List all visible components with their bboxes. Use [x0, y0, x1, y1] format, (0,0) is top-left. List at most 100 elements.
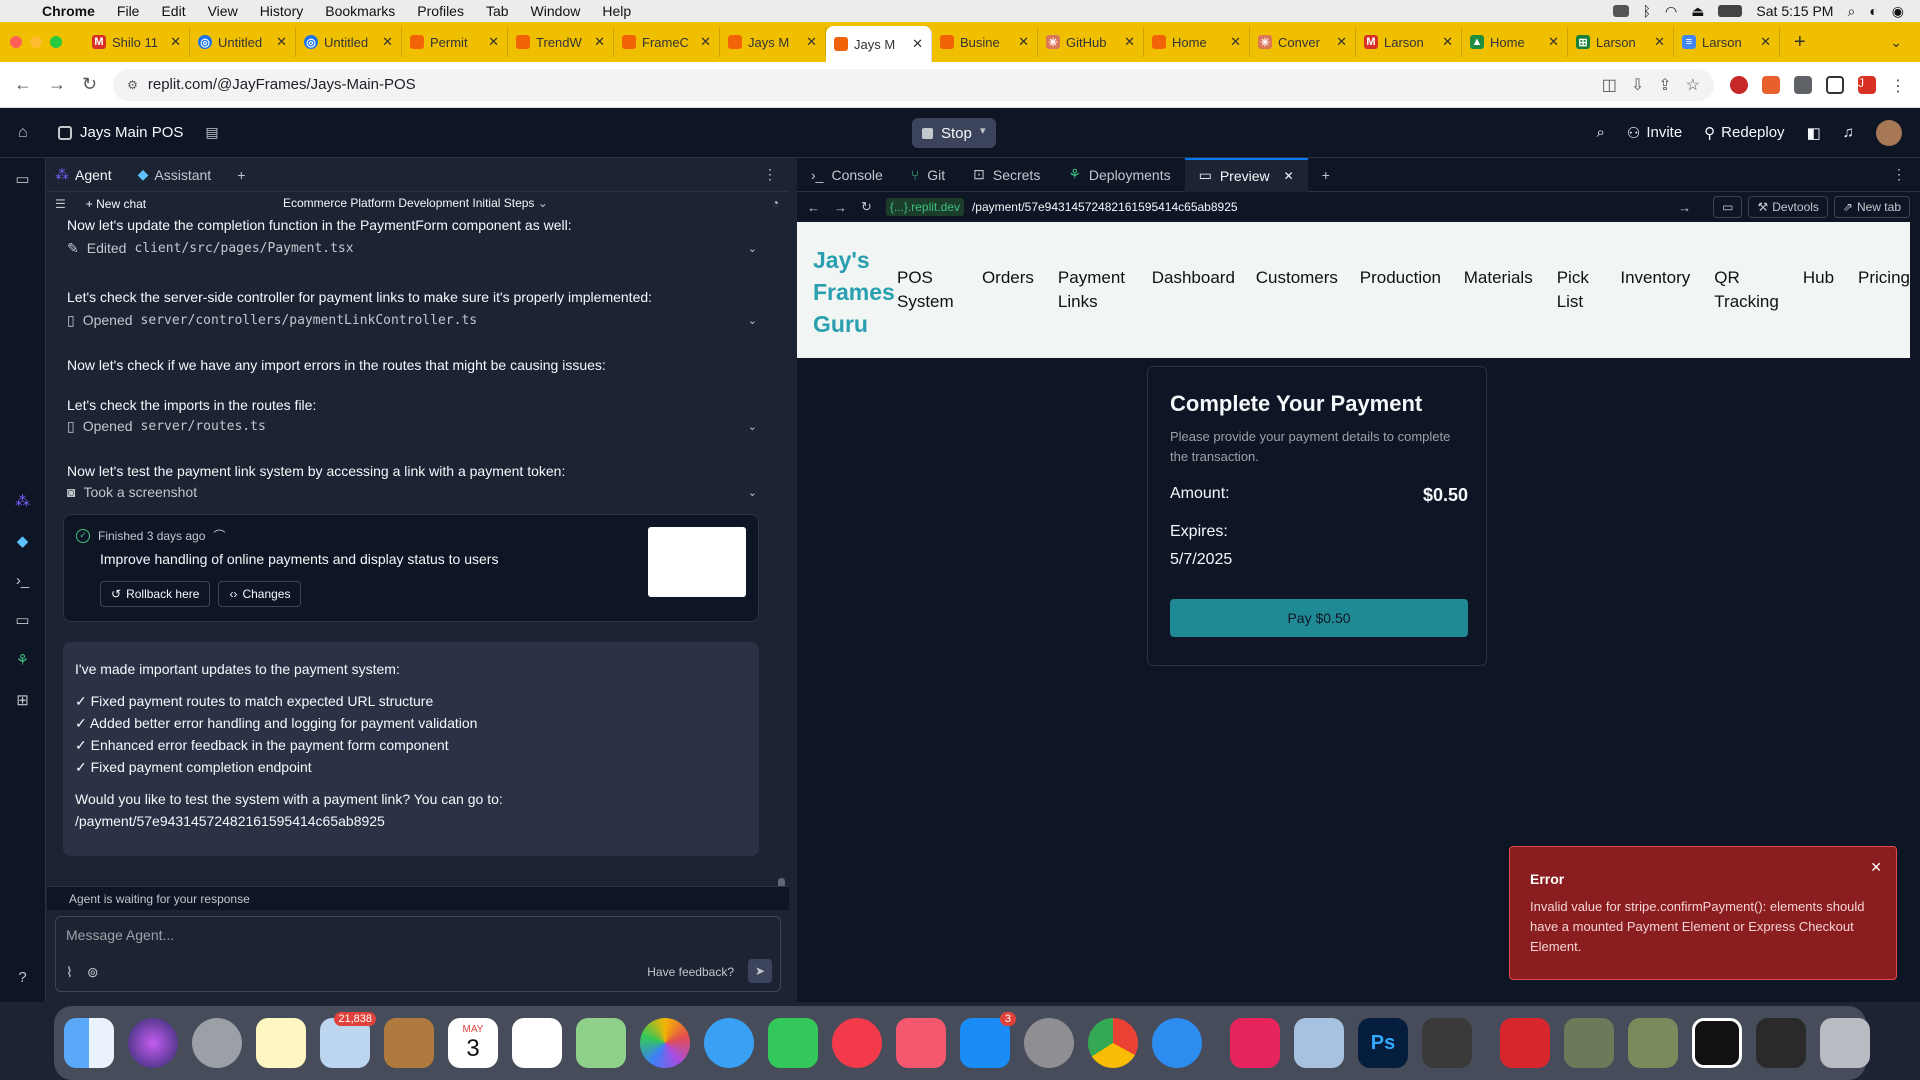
deployments-rail-icon[interactable]: ⚘: [16, 651, 29, 669]
siri-menubar-icon[interactable]: ◉: [1892, 3, 1904, 20]
redeploy-button[interactable]: ⚲ Redeploy: [1704, 124, 1784, 142]
close-tab-icon[interactable]: ✕: [1442, 34, 1453, 50]
multiplayer-icon[interactable]: ◧: [1807, 124, 1821, 142]
siri-icon[interactable]: [128, 1018, 178, 1068]
close-tab-icon[interactable]: ✕: [1654, 34, 1665, 50]
url-path[interactable]: /payment/57e94314572482161595414c65ab892…: [972, 200, 1238, 214]
install-app-icon[interactable]: ⇩: [1631, 75, 1644, 95]
action-opened-file[interactable]: ▯ Opened server/routes.ts ⌄: [67, 416, 769, 436]
zoom-window-button[interactable]: [50, 36, 62, 48]
share-icon[interactable]: ⇪: [1658, 75, 1671, 95]
chevron-down-icon[interactable]: ⌄: [748, 420, 757, 433]
back-arrow-icon[interactable]: ←: [14, 74, 32, 95]
address-bar-url[interactable]: replit.com/@JayFrames/Jays-Main-POS: [148, 76, 416, 93]
tab-deployments[interactable]: ⚘ Deployments: [1054, 158, 1184, 192]
battery-icon[interactable]: [1718, 5, 1743, 17]
rollback-button[interactable]: ↺ Rollback here: [100, 581, 211, 607]
close-tab-icon[interactable]: ✕: [1230, 34, 1241, 50]
send-button[interactable]: ➤: [748, 959, 772, 983]
nav-link-production[interactable]: Production: [1360, 266, 1441, 314]
notes-icon[interactable]: [256, 1018, 306, 1068]
close-tab-icon[interactable]: ✕: [382, 34, 393, 50]
eject-icon[interactable]: ⏏: [1691, 3, 1704, 20]
chat-title[interactable]: Ecommerce Platform Development Initial S…: [283, 196, 548, 210]
run-options-chevron-icon[interactable]: ▾: [980, 124, 986, 137]
nav-link-pos-system[interactable]: POS System: [897, 266, 958, 314]
chrome-icon[interactable]: [1088, 1018, 1138, 1068]
assistant-rail-icon[interactable]: ◆: [17, 532, 29, 550]
spotlight-search-icon[interactable]: ⌕: [1847, 3, 1855, 20]
close-tab-icon[interactable]: ✕: [1760, 34, 1771, 50]
nav-link-payment-links[interactable]: Payment Links: [1058, 266, 1128, 314]
pay-button[interactable]: Pay $0.50: [1170, 599, 1468, 637]
address-bar[interactable]: ⚙ replit.com/@JayFrames/Jays-Main-POS ◫ …: [113, 68, 1714, 101]
preview-icon[interactable]: [1294, 1018, 1344, 1068]
device-toggle-button[interactable]: ▭: [1713, 196, 1743, 218]
menu-edit[interactable]: Edit: [161, 3, 185, 19]
nav-link-inventory[interactable]: Inventory: [1620, 266, 1690, 314]
nav-link-pricing[interactable]: Pricing: [1858, 266, 1910, 314]
open-arrow-icon[interactable]: →: [1678, 200, 1691, 215]
nav-link-hub[interactable]: Hub: [1803, 266, 1834, 314]
project-db-icon[interactable]: ▤: [205, 124, 218, 141]
preview-url[interactable]: {...}.replit.dev /payment/57e94314572482…: [885, 198, 1238, 216]
menubar-clock[interactable]: Sat 5:15 PM: [1756, 3, 1833, 19]
menu-tab[interactable]: Tab: [486, 3, 509, 19]
wifi-icon[interactable]: ◠: [1665, 3, 1677, 20]
tab-search-chevron-icon[interactable]: ⌄: [1890, 34, 1902, 51]
news-icon[interactable]: [832, 1018, 882, 1068]
photos-icon[interactable]: [640, 1018, 690, 1068]
browser-tab[interactable]: ⊞ Larson ✕: [1568, 27, 1674, 57]
facetime-icon[interactable]: [768, 1018, 818, 1068]
creative-cloud-status-icon[interactable]: [1612, 5, 1629, 17]
browser-tab[interactable]: ◎ Untitled ✕: [296, 27, 402, 57]
settings-icon[interactable]: ⊚: [87, 964, 99, 981]
puzzle-extensions-icon[interactable]: [1794, 75, 1812, 94]
mail-icon[interactable]: 21,838: [320, 1012, 376, 1068]
chat-history-icon[interactable]: ☰: [55, 197, 66, 211]
invite-button[interactable]: ⚇ Invite: [1627, 124, 1682, 142]
launchpad-icon[interactable]: [192, 1018, 242, 1068]
url-domain-chip[interactable]: {...}.replit.dev: [885, 198, 964, 216]
attach-paperclip-icon[interactable]: ⌇: [66, 964, 73, 981]
close-tab-icon[interactable]: ✕: [1124, 34, 1135, 50]
appstore-icon[interactable]: 3: [960, 1012, 1016, 1068]
browser-tab[interactable]: ▲ Home ✕: [1462, 27, 1568, 57]
app-brand[interactable]: Jay's Frames Guru: [813, 244, 903, 340]
browser-tab[interactable]: M Larson ✕: [1356, 27, 1462, 57]
profile-avatar[interactable]: J: [1858, 75, 1876, 94]
bookmark-star-icon[interactable]: ☆: [1686, 75, 1700, 95]
music-icon[interactable]: [896, 1018, 946, 1068]
site-info-icon[interactable]: ⚙: [127, 78, 138, 92]
metamask-icon[interactable]: [1762, 75, 1780, 94]
user-avatar[interactable]: [1876, 119, 1902, 146]
new-chat-button[interactable]: + New chat: [86, 197, 146, 211]
chevron-down-icon[interactable]: ⌄: [748, 242, 757, 255]
browser-tab[interactable]: Home ✕: [1144, 27, 1250, 57]
close-tab-icon[interactable]: ✕: [170, 34, 181, 50]
messages-icon[interactable]: [704, 1018, 754, 1068]
menu-profiles[interactable]: Profiles: [417, 3, 464, 19]
creativecloud-icon[interactable]: [1230, 1018, 1280, 1068]
all-tools-grid-icon[interactable]: ⊞: [16, 691, 29, 709]
minimize-window-button[interactable]: [30, 36, 42, 48]
browser-tab[interactable]: M Shilo 11 ✕: [84, 27, 190, 57]
tab-git[interactable]: ⑂ Git: [897, 158, 959, 192]
tab-secrets[interactable]: ⊡ Secrets: [959, 158, 1054, 192]
changes-button[interactable]: ‹› Changes: [218, 581, 302, 607]
browser-tab[interactable]: Jays M ✕: [720, 27, 826, 57]
back-arrow-icon[interactable]: ←: [807, 200, 820, 215]
forward-arrow-icon[interactable]: →: [48, 74, 66, 95]
menu-file[interactable]: File: [117, 3, 140, 19]
close-tab-icon[interactable]: ✕: [1018, 34, 1029, 50]
trash-icon[interactable]: [1820, 1018, 1870, 1068]
browser-tab[interactable]: ◎ Untitled ✕: [190, 27, 296, 57]
feedback-link[interactable]: Have feedback?: [647, 965, 734, 979]
chat-status-icon[interactable]: ◔: [772, 196, 779, 210]
action-edited-file[interactable]: ✎ Edited client/src/pages/Payment.tsx ⌄: [67, 238, 769, 258]
close-tab-icon[interactable]: ✕: [1336, 34, 1347, 50]
reload-icon[interactable]: ↻: [82, 74, 97, 95]
new-tab-button[interactable]: ⇗ New tab: [1833, 196, 1910, 218]
image-icon[interactable]: [1628, 1018, 1678, 1068]
nav-link-materials[interactable]: Materials: [1464, 266, 1533, 314]
